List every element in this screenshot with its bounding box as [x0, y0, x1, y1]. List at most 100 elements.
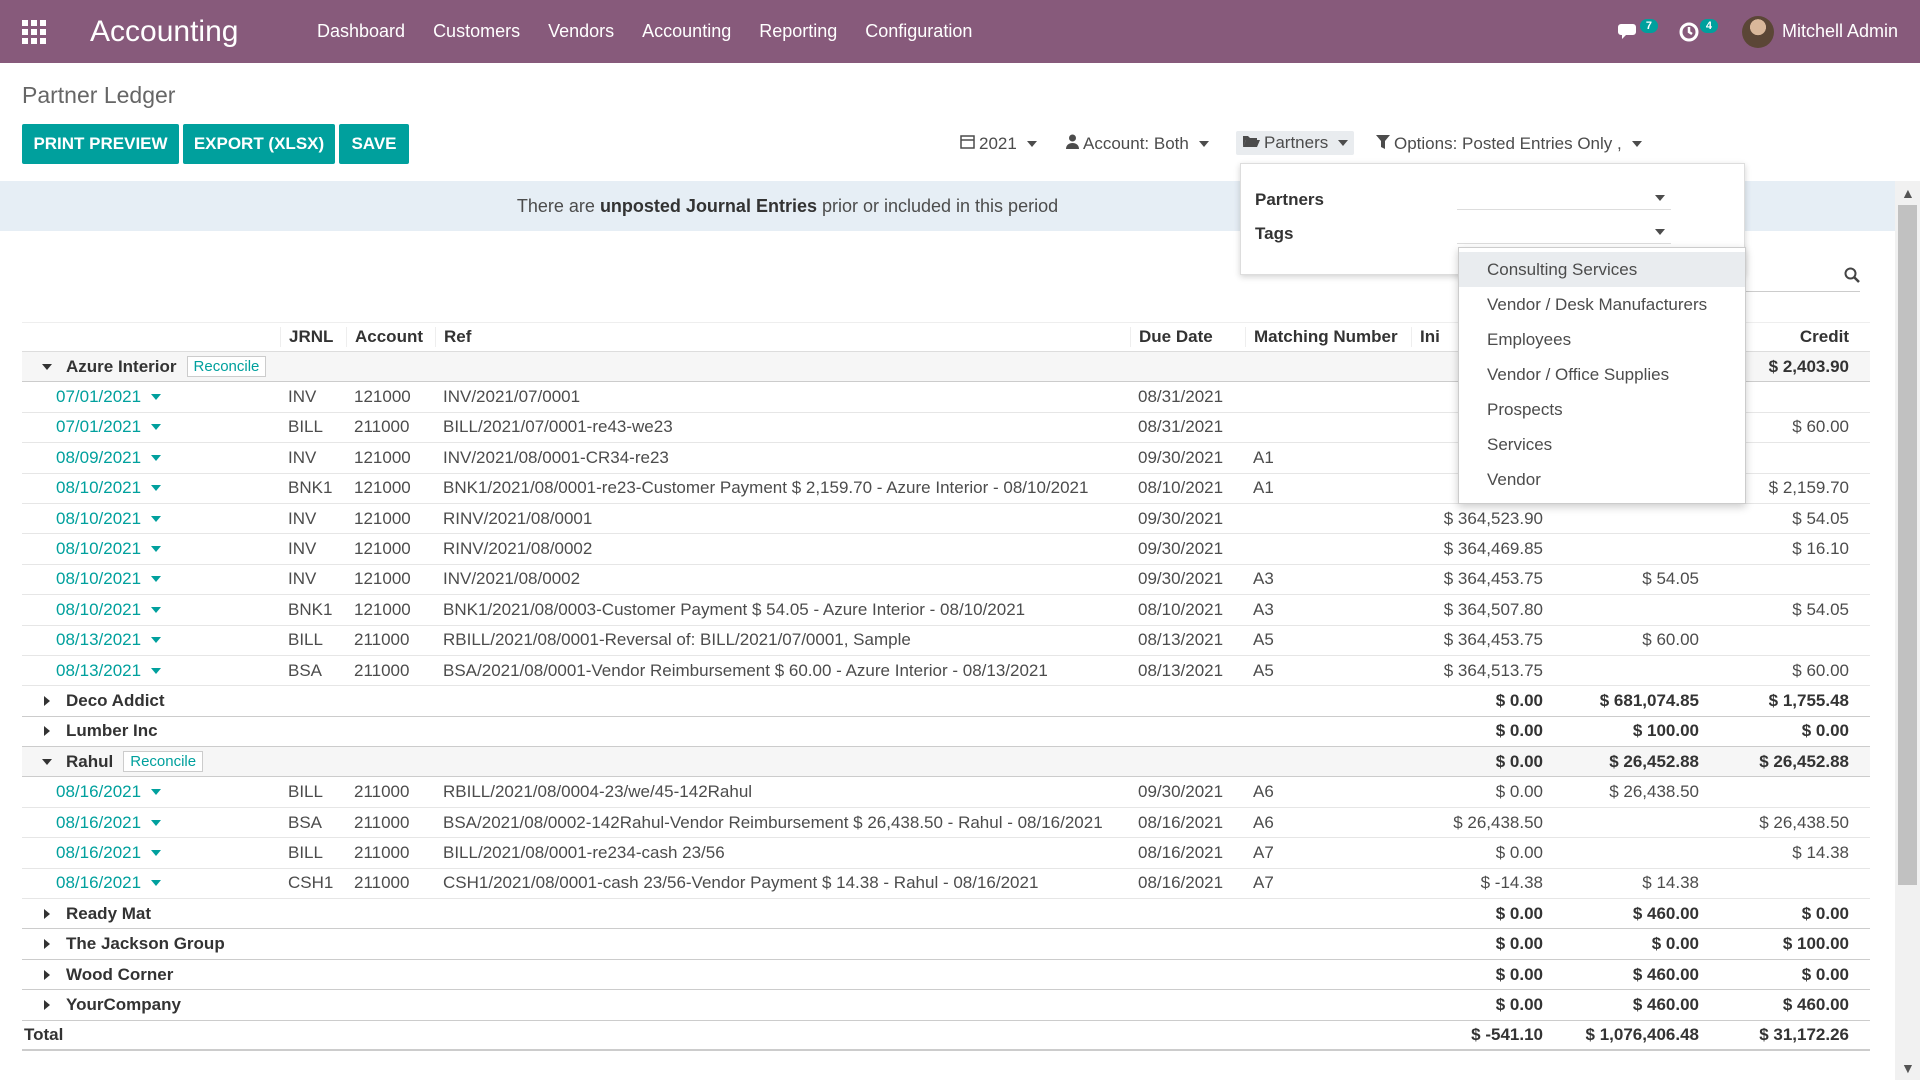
partner-row[interactable]: Wood Corner $ 0.00 $ 460.00 $ 0.00: [22, 959, 1870, 991]
line-date-link[interactable]: 08/10/2021: [22, 478, 280, 498]
tag-option[interactable]: Employees: [1459, 322, 1745, 357]
chevron-down-icon[interactable]: [151, 576, 162, 583]
search-icon[interactable]: [1844, 267, 1860, 288]
partner-row[interactable]: The Jackson Group $ 0.00 $ 0.00 $ 100.00: [22, 929, 1870, 960]
partner-name-cell[interactable]: Deco Addict: [22, 691, 1411, 711]
line-date: 07/01/2021: [56, 417, 142, 437]
line-date-link[interactable]: 08/16/2021: [22, 843, 280, 863]
tag-option[interactable]: Prospects: [1459, 392, 1745, 427]
chevron-down-icon[interactable]: [151, 515, 162, 522]
caret-down-icon[interactable]: [42, 363, 52, 370]
header-due-date: Due Date: [1130, 327, 1245, 347]
partner-row[interactable]: Deco Addict $ 0.00 $ 681,074.85 $ 1,755.48: [22, 686, 1870, 717]
chevron-down-icon[interactable]: [151, 546, 162, 553]
banner-bold[interactable]: unposted Journal Entries: [600, 196, 817, 216]
caret-right-icon[interactable]: [44, 969, 50, 980]
line-date-link[interactable]: 08/16/2021: [22, 873, 280, 893]
line-journal: BILL: [288, 782, 323, 802]
menu-configuration[interactable]: Configuration: [865, 21, 972, 42]
app-brand[interactable]: Accounting: [90, 15, 285, 49]
partner-row[interactable]: YourCompany $ 0.00 $ 460.00 $ 460.00: [22, 990, 1870, 1021]
activities-icon[interactable]: 4: [1674, 17, 1718, 47]
chevron-down-icon[interactable]: [151, 637, 162, 644]
user-name[interactable]: Mitchell Admin: [1782, 21, 1898, 42]
messages-icon[interactable]: 7: [1614, 17, 1658, 47]
caret-down-icon[interactable]: [42, 758, 52, 765]
line-date-link[interactable]: 08/10/2021: [22, 569, 280, 589]
main-menu: Dashboard Customers Vendors Accounting R…: [317, 21, 1000, 42]
line-date-link[interactable]: 08/10/2021: [22, 600, 280, 620]
menu-accounting[interactable]: Accounting: [642, 21, 731, 42]
reconcile-button[interactable]: Reconcile: [123, 751, 204, 773]
line-date-link[interactable]: 07/01/2021: [22, 387, 280, 407]
user-avatar[interactable]: [1741, 15, 1774, 48]
menu-customers[interactable]: Customers: [433, 21, 520, 42]
partners-filter[interactable]: Partners: [1236, 131, 1355, 155]
partner-row[interactable]: Rahul Reconcile $ 0.00 $ 26,452.88 $ 26,452.…: [22, 747, 1870, 778]
chevron-down-icon[interactable]: [151, 849, 162, 856]
line-due-date: 08/31/2021: [1138, 387, 1224, 407]
line-date-link[interactable]: 08/10/2021: [22, 509, 280, 529]
account-filter[interactable]: Account: Both: [1066, 134, 1209, 154]
table-row: 08/10/2021 INV 121000 RINV/2021/08/0002 09/3…: [22, 534, 1870, 565]
scroll-down-icon[interactable]: ▼: [1901, 1060, 1915, 1076]
scroll-up-icon[interactable]: ▲: [1901, 185, 1915, 201]
caret-right-icon[interactable]: [44, 908, 50, 919]
caret-right-icon[interactable]: [44, 999, 50, 1010]
line-date-link[interactable]: 08/16/2021: [22, 782, 280, 802]
chevron-down-icon[interactable]: [151, 880, 162, 887]
partner-name-cell[interactable]: YourCompany: [22, 995, 1411, 1015]
save-button[interactable]: SAVE: [339, 124, 409, 164]
menu-vendors[interactable]: Vendors: [548, 21, 614, 42]
partners-select[interactable]: [1457, 184, 1671, 210]
tag-option[interactable]: Services: [1459, 427, 1745, 462]
line-account: 121000: [354, 599, 411, 619]
chevron-down-icon[interactable]: [151, 454, 162, 461]
line-account: 121000: [354, 387, 411, 407]
partner-row[interactable]: Ready Mat $ 0.00 $ 460.00 $ 0.00: [22, 899, 1870, 930]
chevron-down-icon[interactable]: [151, 667, 162, 674]
partner-row[interactable]: Lumber Inc $ 0.00 $ 100.00 $ 0.00: [22, 716, 1870, 748]
vertical-scrollbar[interactable]: ▲ ▼: [1895, 181, 1920, 1080]
scroll-thumb[interactable]: [1898, 205, 1917, 885]
partner-name-cell[interactable]: Rahul Reconcile: [22, 751, 1411, 773]
tag-option[interactable]: Vendor / Desk Manufacturers: [1459, 287, 1745, 322]
reconcile-button[interactable]: Reconcile: [186, 356, 267, 378]
partner-name-cell[interactable]: Wood Corner: [22, 965, 1411, 985]
line-date-link[interactable]: 08/13/2021: [22, 630, 280, 650]
caret-right-icon[interactable]: [44, 695, 50, 706]
line-account: 121000: [354, 447, 411, 467]
chevron-down-icon[interactable]: [151, 606, 162, 613]
line-date-link[interactable]: 08/09/2021: [22, 448, 280, 468]
header-account: Account: [346, 327, 435, 347]
apps-menu-icon[interactable]: [22, 19, 48, 44]
partner-name-cell[interactable]: Azure Interior Reconcile: [22, 356, 1411, 378]
tag-option[interactable]: Consulting Services: [1459, 252, 1745, 287]
menu-reporting[interactable]: Reporting: [759, 21, 837, 42]
line-due-date: 09/30/2021: [1138, 539, 1224, 559]
caret-right-icon[interactable]: [44, 726, 50, 737]
export-xlsx-button[interactable]: EXPORT (XLSX): [183, 124, 335, 164]
partner-name-cell[interactable]: Lumber Inc: [22, 721, 1411, 741]
caret-right-icon[interactable]: [44, 939, 50, 950]
tags-select[interactable]: [1457, 218, 1671, 244]
line-credit: $ 16.10: [1792, 539, 1849, 559]
line-date-link[interactable]: 08/13/2021: [22, 661, 280, 681]
chevron-down-icon[interactable]: [151, 789, 162, 796]
line-date-link[interactable]: 07/01/2021: [22, 417, 280, 437]
line-date-link[interactable]: 08/10/2021: [22, 539, 280, 559]
partner-name-cell[interactable]: The Jackson Group: [22, 934, 1411, 954]
year-filter[interactable]: 2021: [960, 134, 1037, 154]
chevron-down-icon[interactable]: [151, 394, 162, 401]
menu-dashboard[interactable]: Dashboard: [317, 21, 405, 42]
options-filter[interactable]: Options: Posted Entries Only ,: [1376, 134, 1642, 154]
options-filter-label: Options: Posted Entries Only ,: [1394, 134, 1622, 153]
partner-name-cell[interactable]: Ready Mat: [22, 904, 1411, 924]
tag-option[interactable]: Vendor / Office Supplies: [1459, 357, 1745, 392]
print-preview-button[interactable]: PRINT PREVIEW: [22, 124, 179, 164]
chevron-down-icon[interactable]: [151, 485, 162, 492]
chevron-down-icon[interactable]: [151, 819, 162, 826]
line-date-link[interactable]: 08/16/2021: [22, 813, 280, 833]
tag-option[interactable]: Vendor: [1459, 462, 1745, 497]
chevron-down-icon[interactable]: [151, 424, 162, 431]
